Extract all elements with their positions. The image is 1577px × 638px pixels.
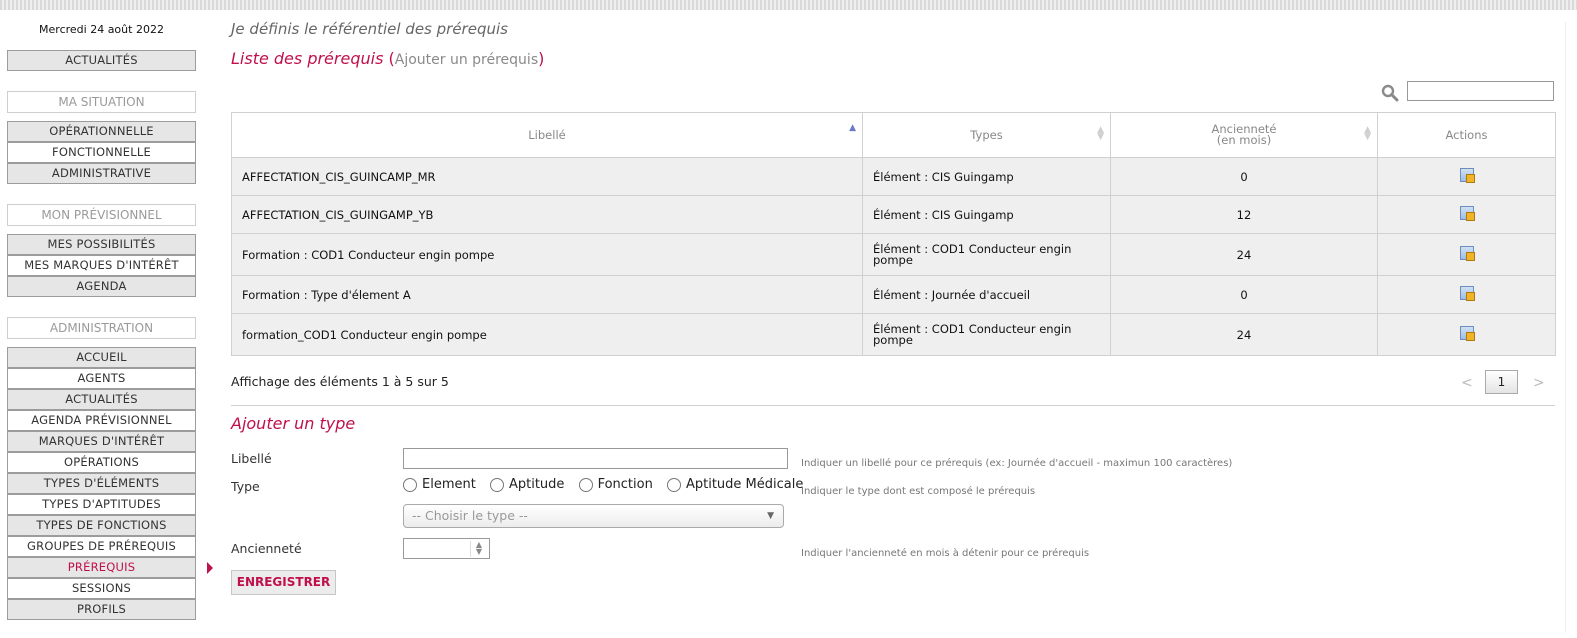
table-row: AFFECTATION_CIS_GUINCAMP_MR Élément : CI… bbox=[231, 157, 1556, 196]
list-title: Liste des prérequis bbox=[231, 49, 384, 68]
table-row: Formation : COD1 Conducteur engin pompe … bbox=[231, 233, 1556, 276]
section-administration: ADMINISTRATION bbox=[7, 317, 196, 339]
column-header-actions: Actions bbox=[1377, 112, 1556, 158]
column-header-types[interactable]: Types ▲ ▼ bbox=[862, 112, 1111, 158]
nav-administrative[interactable]: ADMINISTRATIVE bbox=[7, 163, 196, 184]
nav-group-previsionnel: MES POSSIBILITÉS MES MARQUES D'INTÉRÊT A… bbox=[7, 234, 196, 297]
nav-group-administration: ACCUEIL AGENTS ACTUALITÉS AGENDA PRÉVISI… bbox=[7, 347, 196, 620]
type-hint: Indiquer le type dont est composé le pré… bbox=[801, 486, 1036, 497]
type-radio-aptitude[interactable]: Aptitude bbox=[489, 477, 564, 492]
type-select-placeholder: -- Choisir le type -- bbox=[412, 508, 528, 523]
nav-actualites[interactable]: ACTUALITÉS bbox=[7, 50, 196, 71]
cell-libelle: Formation : COD1 Conducteur engin pompe bbox=[231, 233, 863, 276]
current-date: Mercredi 24 août 2022 bbox=[39, 23, 164, 36]
nav-operationnelle[interactable]: OPÉRATIONNELLE bbox=[7, 121, 196, 142]
type-radio-group: Element Aptitude Fonction Aptitude Médic… bbox=[403, 477, 813, 496]
prerequis-table: Libellé ▲ Types ▲ ▼ Ancienneté (en mois) ▲ ▼ A… bbox=[231, 112, 1556, 356]
cell-libelle: formation_COD1 Conducteur engin pompe bbox=[231, 313, 863, 356]
table-row: Formation : Type d'élement A Élément : J… bbox=[231, 275, 1556, 314]
nav-mes-marques-interet[interactable]: MES MARQUES D'INTÉRÊT bbox=[7, 255, 196, 276]
sort-asc-icon: ▲ bbox=[849, 123, 856, 133]
sort-both-icon: ▲ ▼ bbox=[1364, 125, 1371, 142]
table-row: formation_COD1 Conducteur engin pompe Él… bbox=[231, 313, 1556, 356]
nav-mes-possibilites[interactable]: MES POSSIBILITÉS bbox=[7, 234, 196, 255]
nav-group-situation: OPÉRATIONNELLE FONCTIONNELLE ADMINISTRAT… bbox=[7, 121, 196, 184]
pager-page-button[interactable]: 1 bbox=[1485, 370, 1518, 394]
column-header-anciennete[interactable]: Ancienneté (en mois) ▲ ▼ bbox=[1110, 112, 1378, 158]
nav-sessions[interactable]: SESSIONS bbox=[7, 578, 196, 599]
nav-agents[interactable]: AGENTS bbox=[7, 368, 196, 389]
sort-both-icon: ▲ ▼ bbox=[1097, 125, 1104, 142]
paren-close: ) bbox=[538, 49, 545, 68]
cell-anciennete: 24 bbox=[1110, 233, 1378, 276]
libelle-input[interactable] bbox=[403, 448, 788, 469]
edit-icon[interactable] bbox=[1459, 168, 1475, 183]
cell-libelle: Formation : Type d'élement A bbox=[231, 275, 863, 314]
cell-type: Élément : COD1 Conducteur engin pompe bbox=[862, 233, 1111, 276]
libelle-label: Libellé bbox=[231, 451, 272, 466]
cell-anciennete: 0 bbox=[1110, 275, 1378, 314]
type-select[interactable]: -- Choisir le type -- ▼ bbox=[403, 504, 784, 528]
scrollbar[interactable] bbox=[1557, 10, 1577, 638]
chevron-down-icon: ▼ bbox=[767, 511, 774, 521]
search-icon bbox=[1381, 84, 1399, 102]
type-label: Type bbox=[231, 479, 260, 494]
section-ma-situation: MA SITUATION bbox=[7, 91, 196, 113]
cell-type: Élément : CIS Guingamp bbox=[862, 157, 1111, 196]
table-row: AFFECTATION_CIS_GUINGAMP_YB Élément : CI… bbox=[231, 195, 1556, 234]
nav-types-aptitudes[interactable]: TYPES D'APTITUDES bbox=[7, 494, 196, 515]
add-type-title: Ajouter un type bbox=[231, 414, 356, 433]
sidebar: Mercredi 24 août 2022 ACTUALITÉS MA SITU… bbox=[7, 18, 196, 620]
cell-anciennete: 12 bbox=[1110, 195, 1378, 234]
cell-type: Élément : CIS Guingamp bbox=[862, 195, 1111, 234]
nav-accueil[interactable]: ACCUEIL bbox=[7, 347, 196, 368]
nav-admin-actualites[interactable]: ACTUALITÉS bbox=[7, 389, 196, 410]
nav-operations[interactable]: OPÉRATIONS bbox=[7, 452, 196, 473]
libelle-hint: Indiquer un libellé pour ce prérequis (e… bbox=[801, 458, 1233, 469]
top-banner bbox=[0, 0, 1577, 10]
nav-agenda-previsionnel[interactable]: AGENDA PRÉVISIONNEL bbox=[7, 410, 196, 431]
type-radio-aptitude-medicale[interactable]: Aptitude Médicale bbox=[666, 477, 803, 492]
cell-libelle: AFFECTATION_CIS_GUINGAMP_YB bbox=[231, 195, 863, 234]
save-button[interactable]: ENREGISTRER bbox=[231, 570, 336, 595]
edit-icon[interactable] bbox=[1459, 326, 1475, 341]
nav-groupes-prerequis[interactable]: GROUPES DE PRÉREQUIS bbox=[7, 536, 196, 557]
nav-profils[interactable]: PROFILS bbox=[7, 599, 196, 620]
cell-type: Élément : COD1 Conducteur engin pompe bbox=[862, 313, 1111, 356]
list-title-row: Liste des prérequis (Ajouter un prérequi… bbox=[231, 49, 544, 68]
page-subtitle: Je définis le référentiel des prérequis bbox=[231, 20, 508, 38]
column-header-libelle[interactable]: Libellé ▲ bbox=[231, 112, 863, 158]
edit-icon[interactable] bbox=[1459, 246, 1475, 261]
anciennete-hint: Indiquer l'ancienneté en mois à détenir … bbox=[801, 548, 1090, 559]
anciennete-label: Ancienneté bbox=[231, 541, 302, 556]
nav-agenda[interactable]: AGENDA bbox=[7, 276, 196, 297]
active-nav-indicator bbox=[207, 562, 213, 574]
nav-marques-interet[interactable]: MARQUES D'INTÉRÊT bbox=[7, 431, 196, 452]
type-radio-fonction[interactable]: Fonction bbox=[578, 477, 653, 492]
cell-type: Élément : Journée d'accueil bbox=[862, 275, 1111, 314]
cell-libelle: AFFECTATION_CIS_GUINCAMP_MR bbox=[231, 157, 863, 196]
edit-icon[interactable] bbox=[1459, 286, 1475, 301]
nav-types-elements[interactable]: TYPES D'ÉLÉMENTS bbox=[7, 473, 196, 494]
add-prerequis-link[interactable]: Ajouter un prérequis bbox=[395, 52, 538, 68]
search-input[interactable] bbox=[1407, 81, 1554, 101]
section-mon-previsionnel: MON PRÉVISIONNEL bbox=[7, 204, 196, 226]
cell-anciennete: 0 bbox=[1110, 157, 1378, 196]
pager-prev-button[interactable]: < bbox=[1461, 375, 1473, 391]
pager-next-button[interactable]: > bbox=[1533, 375, 1545, 391]
nav-types-fonctions[interactable]: TYPES DE FONCTIONS bbox=[7, 515, 196, 536]
stepper-icon[interactable]: ▲ ▼ bbox=[470, 541, 487, 557]
table-info: Affichage des éléments 1 à 5 sur 5 bbox=[231, 374, 449, 389]
edit-icon[interactable] bbox=[1459, 206, 1475, 221]
divider bbox=[231, 405, 1555, 406]
type-radio-element[interactable]: Element bbox=[403, 477, 476, 492]
anciennete-input[interactable]: ▲ ▼ bbox=[403, 538, 490, 559]
nav-prerequis[interactable]: PRÉREQUIS bbox=[7, 557, 196, 578]
cell-anciennete: 24 bbox=[1110, 313, 1378, 356]
nav-fonctionnelle[interactable]: FONCTIONNELLE bbox=[7, 142, 196, 163]
